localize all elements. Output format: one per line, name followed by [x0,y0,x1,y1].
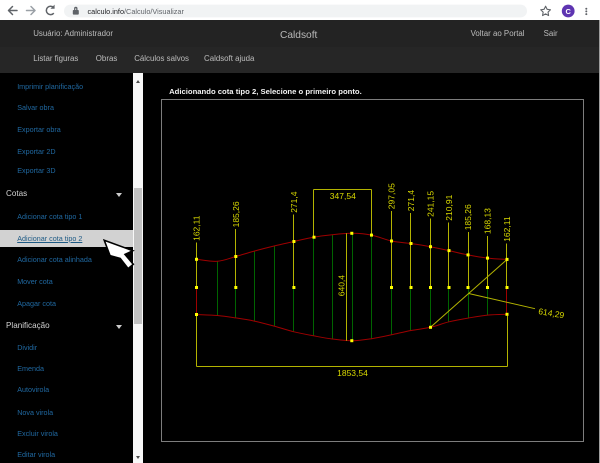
svg-text:C: C [565,7,571,16]
svg-text:calculo.info/Calculo/Visualiza: calculo.info/Calculo/Visualizar [88,7,185,16]
